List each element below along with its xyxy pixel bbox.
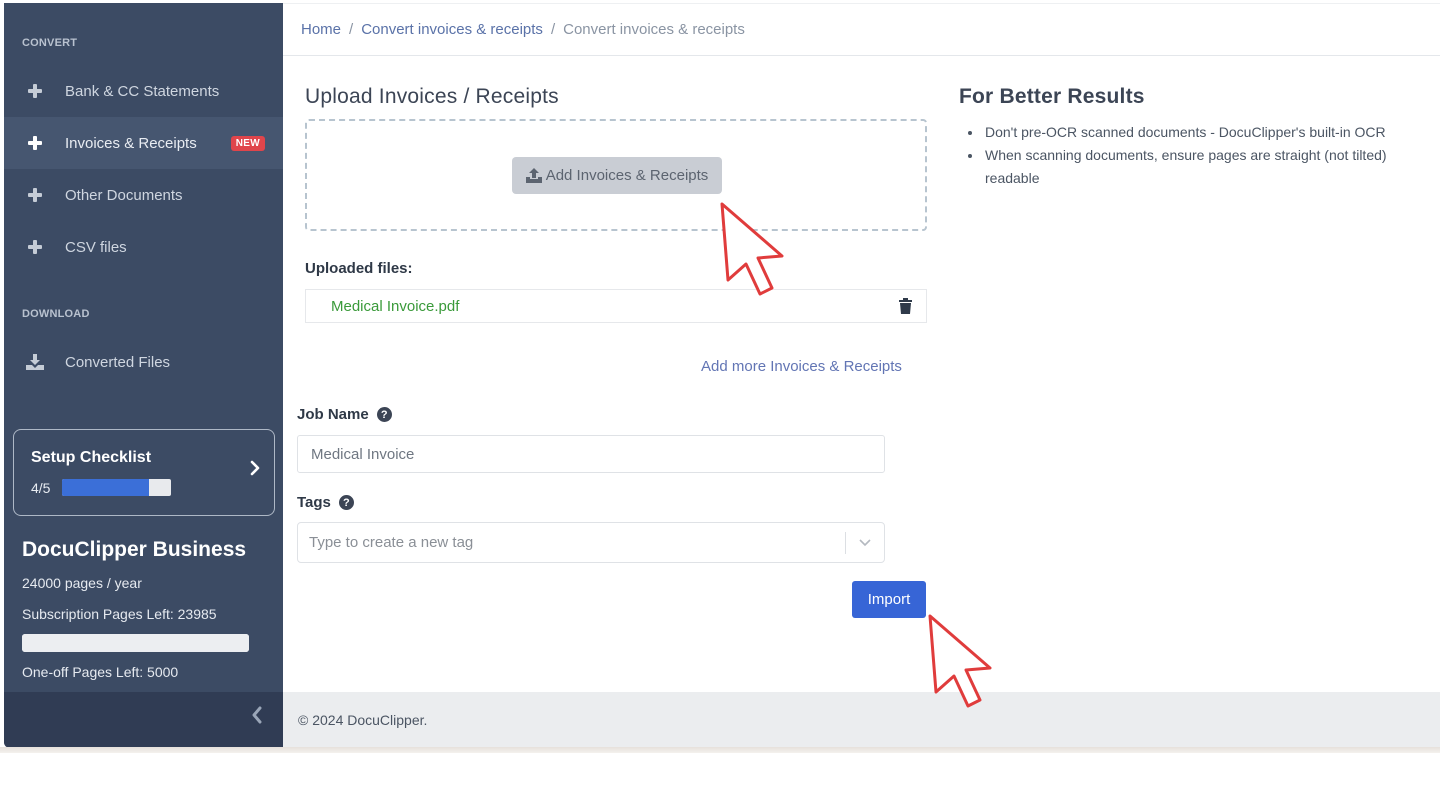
uploaded-file-row: Medical Invoice.pdf bbox=[305, 289, 927, 323]
add-invoices-label: Add Invoices & Receipts bbox=[545, 167, 709, 184]
plus-icon bbox=[24, 240, 46, 254]
page-footer: © 2024 DocuClipper. bbox=[283, 692, 1440, 748]
checklist-count: 4/5 bbox=[31, 480, 51, 496]
breadcrumb-home[interactable]: Home bbox=[301, 21, 341, 38]
tips-list: Don't pre-OCR scanned documents - DocuCl… bbox=[983, 121, 1440, 190]
plan-pages-per-year: 24000 pages / year bbox=[22, 575, 142, 591]
setup-checklist-card[interactable]: Setup Checklist 4/5 bbox=[13, 429, 275, 516]
main-content: Home / Convert invoices & receipts / Con… bbox=[283, 3, 1440, 748]
breadcrumb-separator: / bbox=[550, 21, 556, 38]
import-button[interactable]: Import bbox=[852, 581, 926, 618]
checklist-progress-fill bbox=[62, 479, 150, 496]
job-name-label-text: Job Name bbox=[297, 406, 369, 423]
file-dropzone[interactable]: Add Invoices & Receipts bbox=[305, 119, 927, 231]
checklist-title: Setup Checklist bbox=[31, 449, 152, 466]
app-window: CONVERT Bank & CC Statements Invoices & … bbox=[4, 3, 1440, 748]
tip-item: When scanning documents, ensure pages ar… bbox=[983, 144, 1440, 190]
upload-icon bbox=[525, 168, 542, 183]
upload-title: Upload Invoices / Receipts bbox=[305, 85, 559, 108]
trash-icon[interactable] bbox=[899, 298, 912, 319]
chevron-left-icon[interactable] bbox=[251, 706, 263, 730]
chevron-down-icon[interactable] bbox=[846, 538, 884, 547]
subscription-progress-fill bbox=[22, 634, 249, 652]
add-invoices-button[interactable]: Add Invoices & Receipts bbox=[512, 157, 722, 194]
chevron-right-icon bbox=[250, 460, 260, 481]
job-name-input[interactable] bbox=[297, 435, 885, 473]
help-icon[interactable]: ? bbox=[376, 407, 392, 422]
sidebar: CONVERT Bank & CC Statements Invoices & … bbox=[4, 3, 283, 748]
sidebar-item-label: CSV files bbox=[65, 238, 127, 256]
sidebar-item-label: Other Documents bbox=[65, 186, 183, 204]
job-name-label: Job Name ? bbox=[297, 406, 392, 423]
subscription-pages-left: Subscription Pages Left: 23985 bbox=[22, 606, 217, 622]
sidebar-item-csv-files[interactable]: CSV files bbox=[4, 221, 283, 273]
oneoff-pages-left: One-off Pages Left: 5000 bbox=[22, 664, 179, 680]
breadcrumb: Home / Convert invoices & receipts / Con… bbox=[283, 3, 1440, 56]
file-name: Medical Invoice.pdf bbox=[331, 297, 460, 315]
breadcrumb-convert-invoices[interactable]: Convert invoices & receipts bbox=[361, 21, 543, 38]
tip-item-text-continued: readable bbox=[985, 170, 1040, 186]
uploaded-files-label: Uploaded files: bbox=[305, 260, 413, 277]
sidebar-section-download: DOWNLOAD bbox=[22, 308, 90, 320]
tips-title: For Better Results bbox=[959, 85, 1145, 108]
sidebar-item-label: Bank & CC Statements bbox=[65, 82, 220, 100]
sidebar-item-label: Converted Files bbox=[65, 353, 171, 371]
tip-item-text: When scanning documents, ensure pages ar… bbox=[985, 147, 1387, 163]
tags-label: Tags ? bbox=[297, 494, 354, 511]
tags-select[interactable]: Type to create a new tag bbox=[297, 522, 885, 563]
new-badge: NEW bbox=[230, 135, 265, 151]
breadcrumb-separator: / bbox=[349, 21, 354, 38]
add-more-invoices-link[interactable]: Add more Invoices & Receipts bbox=[701, 358, 902, 375]
help-icon[interactable]: ? bbox=[338, 495, 354, 510]
window-bottom-edge bbox=[0, 747, 1440, 753]
sidebar-section-convert: CONVERT bbox=[22, 37, 78, 49]
subscription-progress-bar bbox=[22, 634, 249, 652]
plus-icon bbox=[24, 84, 46, 98]
sidebar-item-converted-files[interactable]: Converted Files bbox=[4, 336, 283, 388]
sidebar-item-label: Invoices & Receipts bbox=[65, 134, 197, 152]
tags-label-text: Tags bbox=[297, 494, 331, 511]
breadcrumb-current: Convert invoices & receipts bbox=[563, 21, 745, 38]
plus-icon bbox=[24, 136, 46, 150]
sidebar-item-other-documents[interactable]: Other Documents bbox=[4, 169, 283, 221]
sidebar-footer bbox=[4, 692, 283, 748]
checklist-progress-bar bbox=[62, 479, 171, 496]
sidebar-item-bank-statements[interactable]: Bank & CC Statements bbox=[4, 65, 283, 117]
tags-placeholder: Type to create a new tag bbox=[309, 534, 474, 551]
copyright-text: © 2024 DocuClipper. bbox=[298, 712, 428, 728]
tip-item: Don't pre-OCR scanned documents - DocuCl… bbox=[983, 121, 1440, 144]
download-icon bbox=[24, 353, 46, 371]
plus-icon bbox=[24, 188, 46, 202]
plan-name: DocuClipper Business bbox=[22, 538, 247, 561]
sidebar-item-invoices-receipts[interactable]: Invoices & Receipts NEW bbox=[4, 117, 283, 169]
